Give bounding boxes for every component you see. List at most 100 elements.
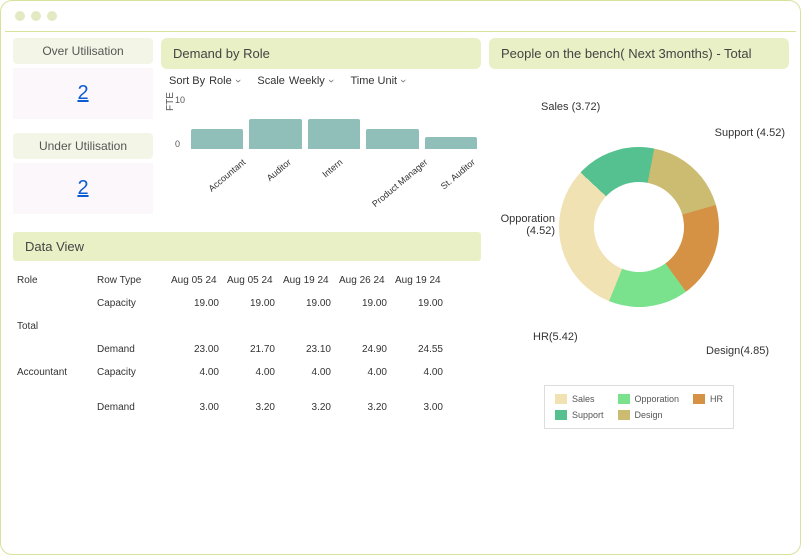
y-tick-bottom: 0 — [175, 139, 180, 149]
sort-by-label: Sort By — [169, 75, 205, 87]
traffic-dot — [47, 11, 57, 21]
table-cell: Capacity — [93, 361, 167, 384]
table-cell: 4.00 — [279, 361, 335, 384]
table-cell: Demand — [93, 396, 167, 419]
table-cell: 21.70 — [223, 338, 279, 361]
bar-label: St. Auditor — [423, 149, 477, 191]
table-cell: Demand — [93, 338, 167, 361]
table-cell — [335, 315, 391, 338]
legend-item: HR — [693, 394, 723, 404]
bar-label: Intern — [299, 149, 353, 191]
table-cell: Row Type — [93, 269, 167, 292]
bar-label: Product Manager — [354, 149, 423, 191]
bar — [308, 119, 360, 149]
table-cell — [391, 384, 447, 396]
swatch-icon — [618, 410, 630, 420]
scale-value: Weekly — [289, 75, 333, 87]
donut-chart: Sales (3.72) Support (4.52) Opporation (… — [489, 77, 789, 377]
table-cell — [93, 384, 167, 396]
table-cell: 3.20 — [279, 396, 335, 419]
time-unit-dropdown[interactable]: Time Unit — [350, 75, 404, 87]
demand-by-role-block: Demand by Role Sort By Role Scale Weekly… — [161, 38, 481, 224]
bench-title: People on the bench( Next 3months) - Tot… — [489, 38, 789, 69]
table-cell: 3.20 — [335, 396, 391, 419]
bar — [191, 129, 243, 149]
slice-label-opporation: Opporation (4.52) — [487, 213, 555, 237]
traffic-dot — [15, 11, 25, 21]
table-cell — [223, 315, 279, 338]
sort-by-dropdown[interactable]: Sort By Role — [169, 75, 239, 87]
table-cell: 19.00 — [279, 292, 335, 315]
table-cell: Accountant — [13, 361, 93, 384]
demand-title: Demand by Role — [161, 38, 481, 69]
table-cell: Aug 19 24 — [391, 269, 447, 292]
table-cell — [335, 384, 391, 396]
bench-panel: People on the bench( Next 3months) - Tot… — [489, 38, 789, 429]
donut-ring — [552, 140, 725, 313]
under-utilisation-label: Under Utilisation — [13, 133, 153, 159]
table-cell: Aug 05 24 — [223, 269, 279, 292]
table-cell: 24.55 — [391, 338, 447, 361]
table-cell: 3.20 — [223, 396, 279, 419]
table-cell: 23.00 — [167, 338, 223, 361]
table-cell — [13, 292, 93, 315]
swatch-icon — [555, 394, 567, 404]
swatch-icon — [693, 394, 705, 404]
legend-label: Support — [572, 410, 604, 420]
table-cell: 19.00 — [167, 292, 223, 315]
legend: Sales Opporation HR Support Design — [544, 385, 734, 429]
kpi-sidebar: Over Utilisation 2 Under Utilisation 2 — [13, 38, 153, 224]
table-cell: 24.90 — [335, 338, 391, 361]
slice-label-sales: Sales (3.72) — [541, 101, 600, 113]
data-view-table: RoleRow TypeAug 05 24Aug 05 24Aug 19 24A… — [13, 269, 481, 419]
table-cell: Role — [13, 269, 93, 292]
slice-label-support: Support (4.52) — [715, 127, 785, 139]
table-cell: Total — [13, 315, 93, 338]
legend-item: Design — [618, 410, 680, 420]
over-utilisation-label: Over Utilisation — [13, 38, 153, 64]
table-cell: 4.00 — [223, 361, 279, 384]
traffic-dot — [31, 11, 41, 21]
table-cell — [391, 315, 447, 338]
table-cell: 4.00 — [391, 361, 447, 384]
slice-label-design: Design(4.85) — [706, 345, 769, 357]
table-cell — [167, 384, 223, 396]
table-cell — [13, 338, 93, 361]
legend-item: Support — [555, 410, 604, 420]
bar-label: Accountant — [191, 149, 245, 191]
under-utilisation-value[interactable]: 2 — [13, 163, 153, 214]
dashboard-content: Over Utilisation 2 Under Utilisation 2 D… — [1, 32, 800, 441]
bars — [191, 99, 477, 149]
table-cell: Aug 26 24 — [335, 269, 391, 292]
table-cell — [13, 396, 93, 419]
table-cell — [279, 315, 335, 338]
table-cell: 19.00 — [391, 292, 447, 315]
table-cell — [93, 315, 167, 338]
legend-label: HR — [710, 394, 723, 404]
bar-labels: AccountantAuditorInternProduct ManagerSt… — [191, 149, 477, 191]
data-view-title: Data View — [13, 232, 481, 261]
bar — [249, 119, 301, 149]
table-cell — [167, 315, 223, 338]
table-cell: 4.00 — [167, 361, 223, 384]
legend-label: Design — [635, 410, 663, 420]
table-cell: 19.00 — [335, 292, 391, 315]
scale-dropdown[interactable]: Scale Weekly — [257, 75, 332, 87]
window-traffic-lights — [1, 1, 800, 31]
bar-chart: FTE 10 0 AccountantAuditorInternProduct … — [161, 91, 481, 191]
table-cell: 23.10 — [279, 338, 335, 361]
data-view-block: Data View RoleRow TypeAug 05 24Aug 05 24… — [13, 232, 481, 419]
table-cell: Capacity — [93, 292, 167, 315]
dashboard-window: Over Utilisation 2 Under Utilisation 2 D… — [0, 0, 801, 555]
scale-label: Scale — [257, 75, 285, 87]
table-cell — [13, 384, 93, 396]
y-tick-top: 10 — [175, 95, 185, 105]
over-utilisation-value[interactable]: 2 — [13, 68, 153, 119]
sort-by-value: Role — [209, 75, 239, 87]
bar-label: Auditor — [245, 149, 299, 191]
table-cell: 4.00 — [335, 361, 391, 384]
bar — [425, 137, 477, 150]
table-cell — [279, 384, 335, 396]
table-cell: 19.00 — [223, 292, 279, 315]
legend-label: Sales — [572, 394, 595, 404]
